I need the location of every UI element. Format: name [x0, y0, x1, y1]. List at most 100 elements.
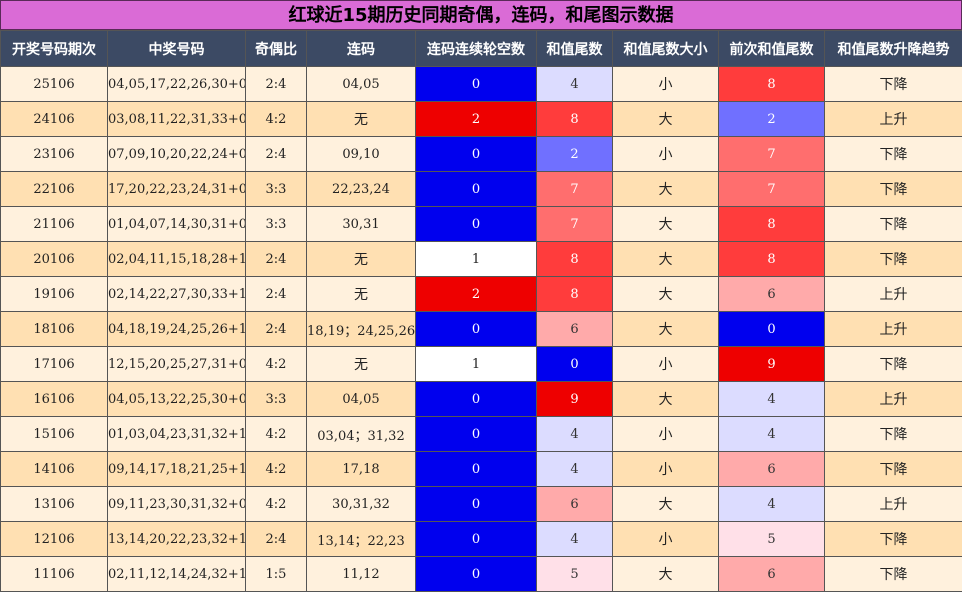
cell-period: 16106 — [0, 381, 108, 417]
cell-trend: 上升 — [824, 486, 962, 522]
cell-consecutive: 无 — [306, 346, 416, 382]
cell-size: 大 — [612, 276, 719, 312]
cell-numbers: 17,20,22,23,24,31+01 — [107, 171, 246, 207]
cell-sum-tail: 8 — [536, 276, 613, 312]
cell-consecutive: 03,04；31,32 — [306, 416, 416, 452]
cell-size: 大 — [612, 311, 719, 347]
cell-ratio: 2:4 — [245, 521, 307, 557]
cell-numbers: 01,03,04,23,31,32+13 — [107, 416, 246, 452]
cell-period: 19106 — [0, 276, 108, 312]
cell-period: 22106 — [0, 171, 108, 207]
cell-prev-tail: 4 — [718, 381, 825, 417]
cell-size: 大 — [612, 486, 719, 522]
cell-period: 24106 — [0, 101, 108, 137]
cell-consecutive: 04,05 — [306, 381, 416, 417]
table-row: 19106 02,14,22,27,30,33+14 2:4 无 2 8 大 6 上升 — [0, 276, 962, 312]
cell-size: 小 — [612, 451, 719, 487]
header-trend: 和值尾数升降趋势 — [824, 30, 962, 67]
cell-sum-tail: 4 — [536, 521, 613, 557]
cell-numbers: 12,15,20,25,27,31+02 — [107, 346, 246, 382]
cell-size: 大 — [612, 171, 719, 207]
table-row: 18106 04,18,19,24,25,26+10 2:4 18,19；24,25,… — [0, 311, 962, 347]
table-row: 12106 13,14,20,22,23,32+16 2:4 13,14；22,23 0… — [0, 521, 962, 557]
cell-trend: 下降 — [824, 206, 962, 242]
cell-trend: 下降 — [824, 241, 962, 277]
cell-numbers: 02,04,11,15,18,28+10 — [107, 241, 246, 277]
cell-empty-streak: 1 — [415, 346, 537, 382]
cell-prev-tail: 4 — [718, 416, 825, 452]
cell-numbers: 04,05,13,22,25,30+04 — [107, 381, 246, 417]
page: 红球近15期历史同期奇偶，连码，和尾图示数据 开奖号码期次 中奖号码 奇偶比 连… — [0, 0, 962, 592]
cell-trend: 上升 — [824, 381, 962, 417]
cell-prev-tail: 6 — [718, 451, 825, 487]
cell-ratio: 4:2 — [245, 346, 307, 382]
cell-ratio: 4:2 — [245, 416, 307, 452]
cell-sum-tail: 2 — [536, 136, 613, 172]
table-header: 开奖号码期次 中奖号码 奇偶比 连码 连码连续轮空数 和值尾数 和值尾数大小 前… — [0, 30, 962, 67]
cell-consecutive: 09,10 — [306, 136, 416, 172]
cell-prev-tail: 2 — [718, 101, 825, 137]
cell-size: 大 — [612, 101, 719, 137]
cell-sum-tail: 8 — [536, 241, 613, 277]
cell-prev-tail: 8 — [718, 66, 825, 102]
cell-size: 大 — [612, 206, 719, 242]
table-row: 15106 01,03,04,23,31,32+13 4:2 03,04；31,32 0… — [0, 416, 962, 452]
cell-trend: 下降 — [824, 346, 962, 382]
cell-trend: 下降 — [824, 136, 962, 172]
cell-trend: 下降 — [824, 521, 962, 557]
table-row: 25106 04,05,17,22,26,30+04 2:4 04,05 0 4 小 8 下降 — [0, 66, 962, 102]
cell-trend: 下降 — [824, 66, 962, 102]
table-body: 25106 04,05,17,22,26,30+04 2:4 04,05 0 4 小 8 下降 2… — [0, 66, 962, 592]
cell-empty-streak: 0 — [415, 381, 537, 417]
cell-empty-streak: 0 — [415, 171, 537, 207]
table-row: 16106 04,05,13,22,25,30+04 3:3 04,05 0 9 大 4 上升 — [0, 381, 962, 417]
cell-numbers: 02,14,22,27,30,33+14 — [107, 276, 246, 312]
cell-prev-tail: 8 — [718, 241, 825, 277]
cell-ratio: 4:2 — [245, 451, 307, 487]
cell-numbers: 07,09,10,20,22,24+07 — [107, 136, 246, 172]
cell-ratio: 3:3 — [245, 206, 307, 242]
cell-trend: 上升 — [824, 276, 962, 312]
cell-numbers: 09,11,23,30,31,32+06 — [107, 486, 246, 522]
cell-empty-streak: 0 — [415, 416, 537, 452]
table-row: 14106 09,14,17,18,21,25+15 4:2 17,18 0 4 小 6 下降 — [0, 451, 962, 487]
cell-empty-streak: 0 — [415, 556, 537, 592]
cell-trend: 上升 — [824, 101, 962, 137]
cell-empty-streak: 0 — [415, 66, 537, 102]
cell-consecutive: 18,19；24,25,26 — [306, 311, 416, 347]
table-row: 22106 17,20,22,23,24,31+01 3:3 22,23,24 0 7 大 7… — [0, 171, 962, 207]
cell-numbers: 04,18,19,24,25,26+10 — [107, 311, 246, 347]
cell-size: 小 — [612, 521, 719, 557]
cell-consecutive: 22,23,24 — [306, 171, 416, 207]
cell-numbers: 09,14,17,18,21,25+15 — [107, 451, 246, 487]
cell-consecutive: 04,05 — [306, 66, 416, 102]
header-size: 和值尾数大小 — [612, 30, 719, 67]
cell-ratio: 4:2 — [245, 486, 307, 522]
cell-period: 14106 — [0, 451, 108, 487]
cell-numbers: 03,08,11,22,31,33+04 — [107, 101, 246, 137]
cell-ratio: 2:4 — [245, 276, 307, 312]
cell-consecutive: 无 — [306, 101, 416, 137]
cell-ratio: 2:4 — [245, 311, 307, 347]
data-table: 开奖号码期次 中奖号码 奇偶比 连码 连码连续轮空数 和值尾数 和值尾数大小 前… — [0, 30, 962, 592]
cell-prev-tail: 9 — [718, 346, 825, 382]
table-row: 20106 02,04,11,15,18,28+10 2:4 无 1 8 大 8 下降 — [0, 241, 962, 277]
cell-numbers: 13,14,20,22,23,32+16 — [107, 521, 246, 557]
cell-sum-tail: 7 — [536, 171, 613, 207]
cell-consecutive: 无 — [306, 276, 416, 312]
cell-consecutive: 30,31 — [306, 206, 416, 242]
cell-sum-tail: 8 — [536, 101, 613, 137]
header-period: 开奖号码期次 — [0, 30, 108, 67]
cell-sum-tail: 7 — [536, 206, 613, 242]
cell-empty-streak: 0 — [415, 521, 537, 557]
page-title: 红球近15期历史同期奇偶，连码，和尾图示数据 — [0, 0, 962, 30]
header-ratio: 奇偶比 — [245, 30, 307, 67]
cell-ratio: 1:5 — [245, 556, 307, 592]
cell-period: 12106 — [0, 521, 108, 557]
cell-size: 小 — [612, 136, 719, 172]
cell-prev-tail: 6 — [718, 556, 825, 592]
cell-period: 23106 — [0, 136, 108, 172]
cell-consecutive: 17,18 — [306, 451, 416, 487]
table-row: 11106 02,11,12,14,24,32+14 1:5 11,12 0 5 大 6 下降 — [0, 556, 962, 592]
cell-sum-tail: 6 — [536, 311, 613, 347]
